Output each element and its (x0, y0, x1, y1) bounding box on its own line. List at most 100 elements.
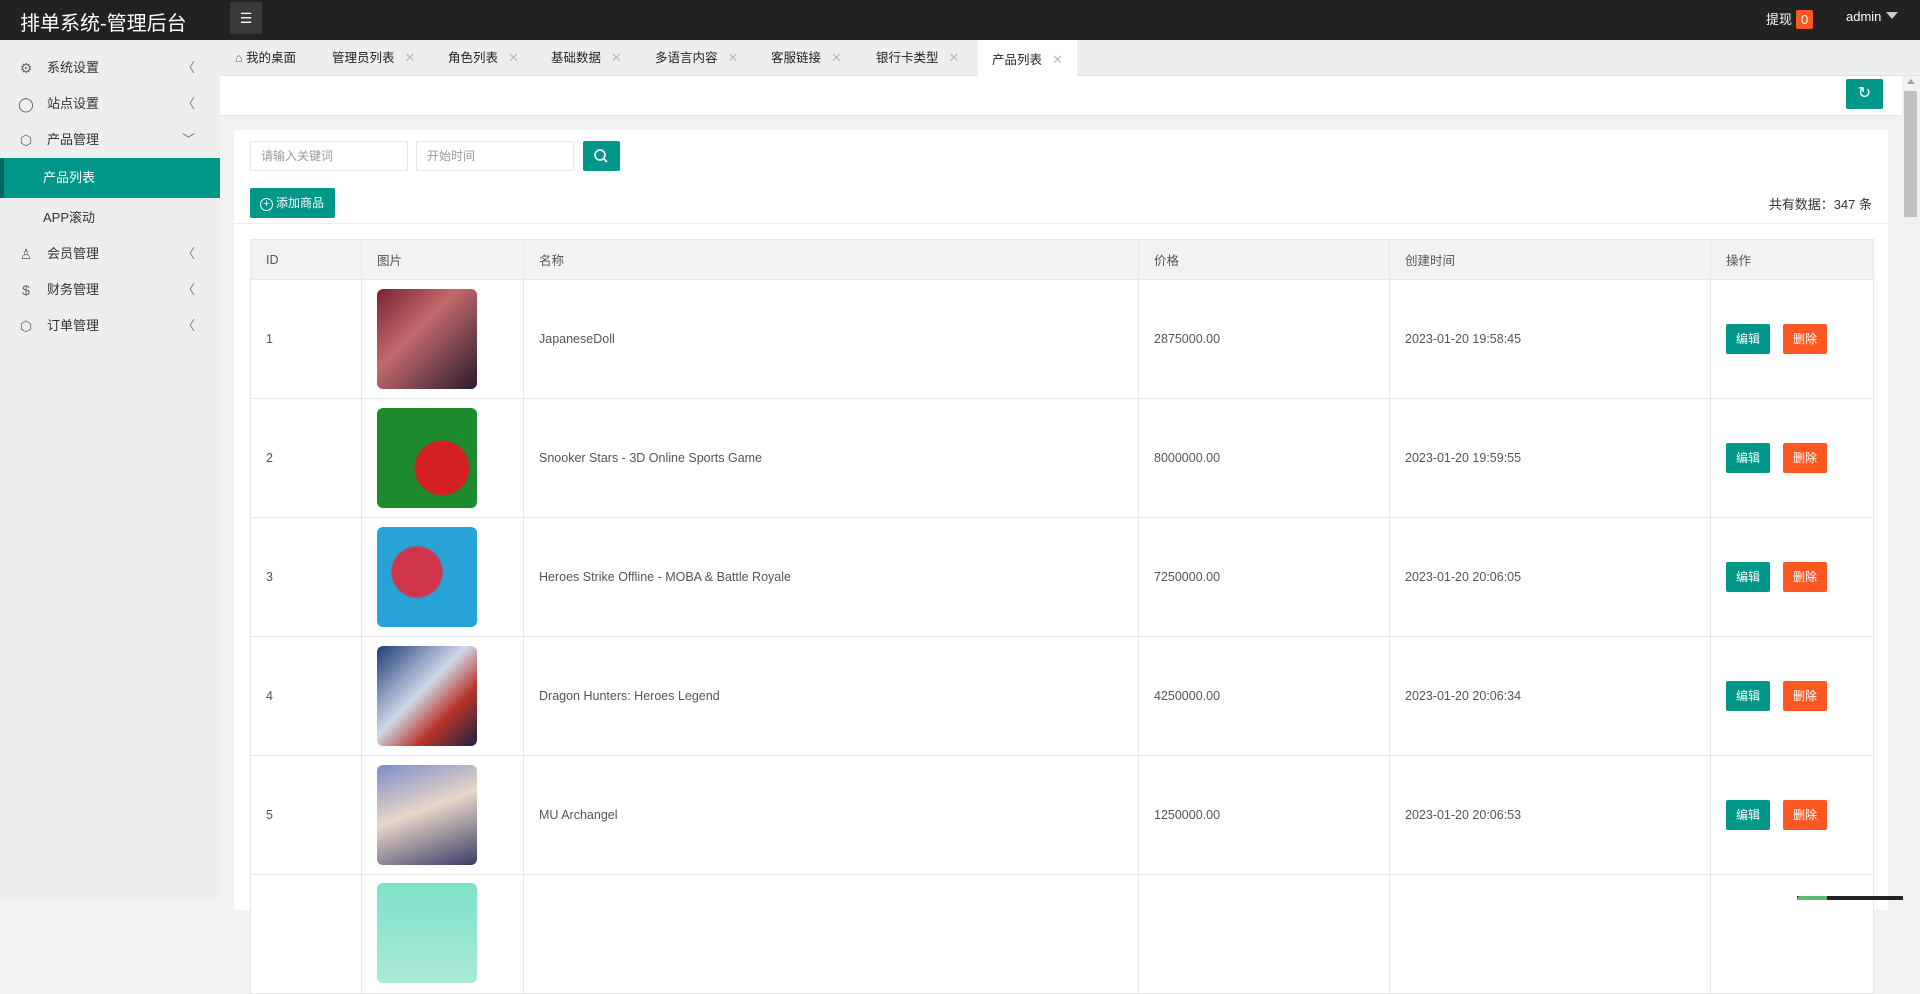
sidebar-item-label: APP滚动 (43, 210, 96, 225)
cell-created: 2023-01-20 20:06:05 (1389, 517, 1711, 637)
sidebar-item-label: 订单管理 (47, 318, 100, 333)
tab-label: 基础数据 (551, 51, 602, 65)
tab-product-list[interactable]: 产品列表 ✕ (978, 40, 1077, 76)
table-row: 4 Dragon Hunters: Heroes Legend 4250000.… (250, 636, 1874, 756)
cell-created: 2023-01-20 19:59:55 (1389, 398, 1711, 518)
chevron-left-icon: 〈 (182, 96, 196, 111)
cell-price: 8000000.00 (1138, 398, 1390, 518)
cell-price: 2875000.00 (1138, 279, 1390, 399)
cell-actions: 编辑 删除 (1710, 755, 1874, 875)
tab-service-link[interactable]: 客服链接 ✕ (771, 40, 842, 76)
sidebar-item-system-settings[interactable]: ⚙ 系统设置 〈 (0, 50, 220, 86)
refresh-bar (220, 76, 1902, 116)
username: admin (1846, 9, 1882, 24)
sidebar-item-finance-management[interactable]: $ 财务管理 〈 (0, 272, 220, 308)
withdraw-label: 提现 (1766, 12, 1793, 27)
column-header-id: ID (250, 239, 362, 280)
menu-icon: ☰ (239, 10, 253, 26)
column-header-price: 价格 (1138, 239, 1390, 280)
delete-button[interactable]: 删除 (1783, 443, 1827, 473)
delete-button[interactable]: 删除 (1783, 562, 1827, 592)
cell-name (523, 874, 1139, 994)
caret-down-icon (1886, 12, 1899, 19)
table-row: 1 JapaneseDoll 2875000.00 2023-01-20 19:… (250, 279, 1874, 399)
edit-button[interactable]: 编辑 (1726, 562, 1770, 592)
product-image (377, 289, 477, 389)
home-icon: ⌂ (235, 51, 243, 65)
tab-label: 银行卡类型 (876, 51, 939, 65)
cell-image (361, 636, 524, 756)
product-image (377, 883, 477, 983)
product-table: ID 图片 名称 价格 创建时间 操作 1 JapaneseDoll 28750… (250, 239, 1874, 994)
sidebar-item-product-list[interactable]: 产品列表 (0, 158, 220, 198)
cell-actions: 编辑 删除 (1710, 517, 1874, 637)
cell-actions: 编辑 删除 (1710, 398, 1874, 518)
cell-price: 1250000.00 (1138, 755, 1390, 875)
cell-name: JapaneseDoll (523, 279, 1139, 399)
sidebar-item-app-scroll[interactable]: APP滚动 (0, 200, 220, 236)
search-icon (594, 149, 608, 163)
sidebar-item-member-management[interactable]: ♙ 会员管理 〈 (0, 236, 220, 272)
scrollbar-thumb[interactable] (1904, 91, 1917, 217)
edit-button[interactable]: 编辑 (1726, 681, 1770, 711)
scroll-up-icon[interactable] (1907, 79, 1915, 84)
keyword-input[interactable]: 请输入关键词 (250, 141, 408, 171)
cell-created: 2023-01-20 19:58:45 (1389, 279, 1711, 399)
column-header-name: 名称 (523, 239, 1139, 280)
cell-name: MU Archangel (523, 755, 1139, 875)
delete-button[interactable]: 删除 (1783, 324, 1827, 354)
user-icon: ♙ (19, 246, 33, 262)
delete-button[interactable]: 删除 (1783, 681, 1827, 711)
plus-circle-icon: + (260, 198, 273, 211)
sidebar-item-label: 产品列表 (43, 170, 96, 185)
close-icon[interactable]: ✕ (1052, 52, 1063, 67)
cell-actions: 编辑 删除 (1710, 279, 1874, 399)
delete-button[interactable]: 删除 (1783, 800, 1827, 830)
sidebar-item-site-settings[interactable]: ◯ 站点设置 〈 (0, 86, 220, 122)
tab-admin-list[interactable]: 管理员列表 ✕ (332, 40, 415, 76)
search-button[interactable] (583, 141, 620, 171)
app-title: 排单系统-管理后台 (20, 13, 187, 35)
table-row: 5 MU Archangel 1250000.00 2023-01-20 20:… (250, 755, 1874, 875)
sidebar-item-product-management[interactable]: ⬡ 产品管理 ﹀ (0, 122, 220, 158)
edit-button[interactable]: 编辑 (1726, 443, 1770, 473)
tab-basic-data[interactable]: 基础数据 ✕ (551, 40, 622, 76)
close-icon[interactable]: ✕ (949, 50, 960, 65)
cell-name: Snooker Stars - 3D Online Sports Game (523, 398, 1139, 518)
user-menu[interactable]: admin (1846, 9, 1899, 24)
sidebar-item-order-management[interactable]: ⬡ 订单管理 〈 (0, 308, 220, 344)
sidebar: ⚙ 系统设置〈 ◯ 站点设置〈 ⬡ 产品管理 ﹀ 产品列表 APP滚动 ♙ 会员管理〈 $… (0, 40, 220, 900)
tab-bank-card-type[interactable]: 银行卡类型 ✕ (876, 40, 959, 76)
edit-button[interactable]: 编辑 (1726, 800, 1770, 830)
sidebar-item-label: 财务管理 (47, 282, 100, 297)
divider (234, 223, 1888, 224)
tab-bar: ⌂ 我的桌面 管理员列表 ✕ 角色列表 ✕ 基础数据 ✕ 多语言内容 ✕ 客服链接 ✕ 银… (220, 40, 1920, 76)
cell-actions: 编辑 删除 (1710, 636, 1874, 756)
close-icon[interactable]: ✕ (405, 50, 416, 65)
tab-multilang-content[interactable]: 多语言内容 ✕ (655, 40, 738, 76)
cell-created (1389, 874, 1711, 994)
close-icon[interactable]: ✕ (728, 50, 739, 65)
table-row (250, 874, 1874, 994)
product-image (377, 527, 477, 627)
edit-button[interactable]: 编辑 (1726, 324, 1770, 354)
close-icon[interactable]: ✕ (508, 50, 519, 65)
cell-actions (1710, 874, 1874, 994)
tab-role-list[interactable]: 角色列表 ✕ (448, 40, 519, 76)
refresh-button[interactable]: ↻ (1846, 79, 1883, 109)
vertical-scrollbar[interactable] (1902, 76, 1920, 900)
cell-image (361, 517, 524, 637)
menu-toggle-button[interactable]: ☰ (230, 2, 262, 34)
close-icon[interactable]: ✕ (831, 50, 842, 65)
add-product-button[interactable]: + 添加商品 (250, 188, 335, 218)
withdraw-link[interactable]: 提现 0 (1766, 9, 1814, 29)
table-row: 3 Heroes Strike Offline - MOBA & Battle … (250, 517, 1874, 637)
close-icon[interactable]: ✕ (611, 50, 622, 65)
product-image (377, 408, 477, 508)
box-icon: ⬡ (19, 132, 33, 148)
tab-label: 产品列表 (992, 53, 1043, 67)
total-count: 共有数据：347 条 (1768, 197, 1872, 212)
column-header-image: 图片 (361, 239, 524, 280)
tab-my-desktop[interactable]: ⌂ 我的桌面 (235, 40, 296, 76)
start-time-input[interactable]: 开始时间 (416, 141, 574, 171)
